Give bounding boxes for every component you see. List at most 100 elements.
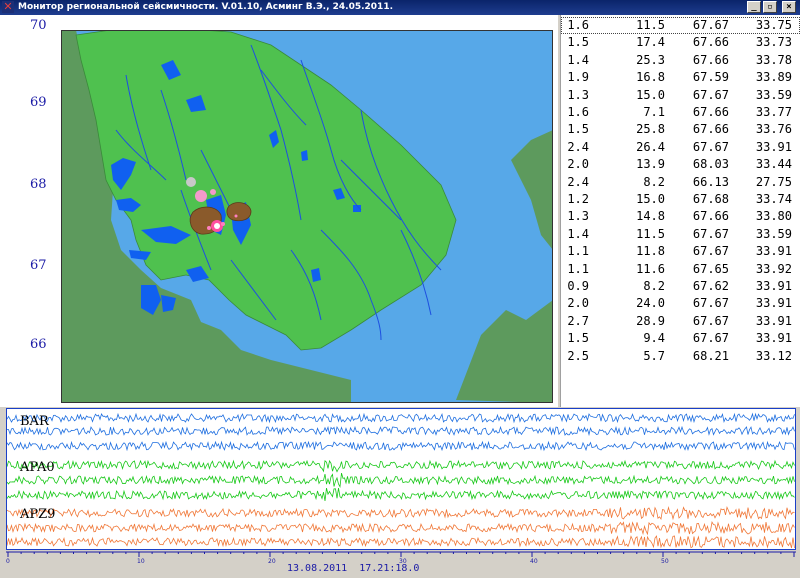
event-marker[interactable] — [207, 226, 211, 230]
event-magnitude: 1.6 — [567, 105, 589, 119]
event-row[interactable]: 2.4 8.2 66.13 27.75 — [561, 174, 800, 191]
event-magnitude: 1.3 — [567, 209, 589, 224]
waveform-trace — [7, 459, 795, 473]
event-longitude: 33.78 — [755, 52, 792, 67]
event-latitude: 67.67 — [692, 244, 729, 259]
event-row[interactable]: 1.6 11.5 67.67 33.75 — [561, 17, 800, 34]
event-marker[interactable] — [214, 223, 220, 229]
event-marker[interactable] — [221, 222, 225, 226]
event-row[interactable]: 2.0 24.0 67.67 33.91 — [561, 295, 800, 312]
map-panel[interactable]: 70 69 68 67 66 30 33 36 39 42 — [0, 15, 558, 407]
close-button[interactable]: × — [782, 1, 796, 13]
waveform-trace — [7, 440, 795, 452]
event-longitude: 33.59 — [755, 226, 792, 241]
event-row[interactable]: 2.5 5.7 68.21 33.12 — [561, 348, 800, 365]
event-distance: 8.2 — [643, 279, 665, 293]
seismogram-panel[interactable]: BAR APA0 APZ9 — [6, 408, 796, 550]
event-magnitude: 2.4 — [567, 139, 589, 154]
event-marker[interactable] — [186, 177, 196, 187]
event-longitude: 33.91 — [755, 296, 792, 311]
event-distance: 28.9 — [636, 313, 665, 328]
time-tick-label: 50 — [661, 558, 669, 565]
event-latitude: 68.03 — [692, 157, 729, 172]
time-tick-label: 10 — [137, 558, 145, 565]
event-longitude: 33.12 — [755, 348, 792, 363]
event-row[interactable]: 1.5 9.4 67.67 33.91 — [561, 330, 800, 347]
event-row[interactable]: 2.7 28.9 67.67 33.91 — [561, 313, 800, 330]
event-latitude: 67.67 — [692, 331, 729, 346]
event-distance: 24.0 — [636, 296, 665, 311]
event-latitude: 67.66 — [692, 52, 729, 67]
event-longitude: 33.91 — [755, 331, 792, 346]
event-row[interactable]: 1.4 25.3 67.66 33.78 — [561, 52, 800, 69]
waveform-trace — [7, 488, 795, 501]
minimize-button[interactable]: _ — [747, 1, 761, 13]
event-longitude: 33.44 — [755, 157, 792, 172]
event-row[interactable]: 1.5 25.8 67.66 33.76 — [561, 121, 800, 138]
time-tick-label: 20 — [268, 558, 276, 565]
event-distance: 26.4 — [636, 139, 665, 154]
event-row[interactable]: 2.4 26.4 67.67 33.91 — [561, 139, 800, 156]
event-longitude: 33.73 — [755, 35, 792, 50]
event-magnitude: 1.2 — [567, 192, 589, 206]
event-distance: 13.9 — [636, 157, 665, 172]
event-latitude: 67.67 — [692, 313, 729, 328]
event-longitude: 33.91 — [755, 313, 792, 328]
event-longitude: 33.75 — [755, 18, 792, 32]
event-marker[interactable] — [210, 189, 216, 195]
event-row[interactable]: 1.6 7.1 67.66 33.77 — [561, 104, 800, 121]
event-row[interactable]: 1.2 15.0 67.68 33.74 — [561, 191, 800, 208]
event-magnitude: 1.4 — [567, 52, 589, 67]
event-row[interactable]: 0.9 8.2 67.62 33.91 — [561, 278, 800, 295]
event-magnitude: 1.6 — [567, 18, 589, 32]
event-distance: 7.1 — [643, 105, 665, 119]
event-row[interactable]: 1.1 11.8 67.67 33.91 — [561, 243, 800, 260]
event-latitude: 68.21 — [692, 348, 729, 363]
event-distance: 14.8 — [636, 209, 665, 224]
event-marker[interactable] — [195, 190, 207, 202]
time-tick-label: 40 — [530, 558, 538, 565]
event-marker[interactable] — [234, 214, 238, 218]
event-distance: 9.4 — [643, 331, 665, 346]
event-distance: 25.3 — [636, 52, 665, 67]
event-row[interactable]: 1.1 11.6 67.65 33.92 — [561, 261, 800, 278]
event-row[interactable]: 2.0 13.9 68.03 33.44 — [561, 156, 800, 173]
latitude-label: 67 — [30, 258, 47, 273]
event-longitude: 33.91 — [755, 279, 792, 293]
event-distance: 17.4 — [636, 35, 665, 50]
event-magnitude: 1.1 — [567, 261, 589, 276]
event-row[interactable]: 1.9 16.8 67.59 33.89 — [561, 69, 800, 86]
event-longitude: 33.89 — [755, 70, 792, 85]
waveform-trace — [7, 505, 795, 521]
event-row[interactable]: 1.5 17.4 67.66 33.73 — [561, 34, 800, 51]
event-latitude: 67.66 — [692, 35, 729, 50]
event-row[interactable]: 1.3 14.8 67.66 33.80 — [561, 208, 800, 225]
event-distance: 25.8 — [636, 122, 665, 137]
event-longitude: 27.75 — [755, 174, 792, 189]
waveform-trace — [7, 412, 795, 424]
event-row[interactable]: 1.3 15.0 67.67 33.59 — [561, 87, 800, 104]
event-magnitude: 1.1 — [567, 244, 589, 259]
event-longitude: 33.76 — [755, 122, 792, 137]
window-title: Монитор региональной сейсмичности. V.01.… — [18, 2, 393, 12]
event-latitude: 66.13 — [692, 174, 729, 189]
event-latitude: 67.66 — [692, 122, 729, 137]
kola-peninsula-map[interactable] — [61, 30, 553, 403]
event-distance: 8.2 — [643, 174, 665, 189]
event-longitude: 33.77 — [755, 105, 792, 119]
event-distance: 15.0 — [636, 192, 665, 206]
event-magnitude: 1.3 — [567, 87, 589, 102]
event-distance: 11.5 — [636, 226, 665, 241]
event-longitude: 33.59 — [755, 87, 792, 102]
event-magnitude: 2.0 — [567, 157, 589, 172]
event-latitude: 67.67 — [692, 87, 729, 102]
event-magnitude: 2.5 — [567, 348, 589, 363]
restore-button[interactable]: ▫ — [763, 1, 777, 13]
event-list-panel[interactable]: 1.6 11.5 67.67 33.75 1.5 17.4 67.66 33.73 1.4 25.… — [560, 15, 800, 407]
event-latitude: 67.68 — [692, 192, 729, 206]
waveform-trace — [7, 535, 795, 549]
event-row[interactable]: 1.4 11.5 67.67 33.59 — [561, 226, 800, 243]
event-latitude: 67.67 — [692, 296, 729, 311]
event-latitude: 67.59 — [692, 70, 729, 85]
event-longitude: 33.74 — [755, 192, 792, 206]
